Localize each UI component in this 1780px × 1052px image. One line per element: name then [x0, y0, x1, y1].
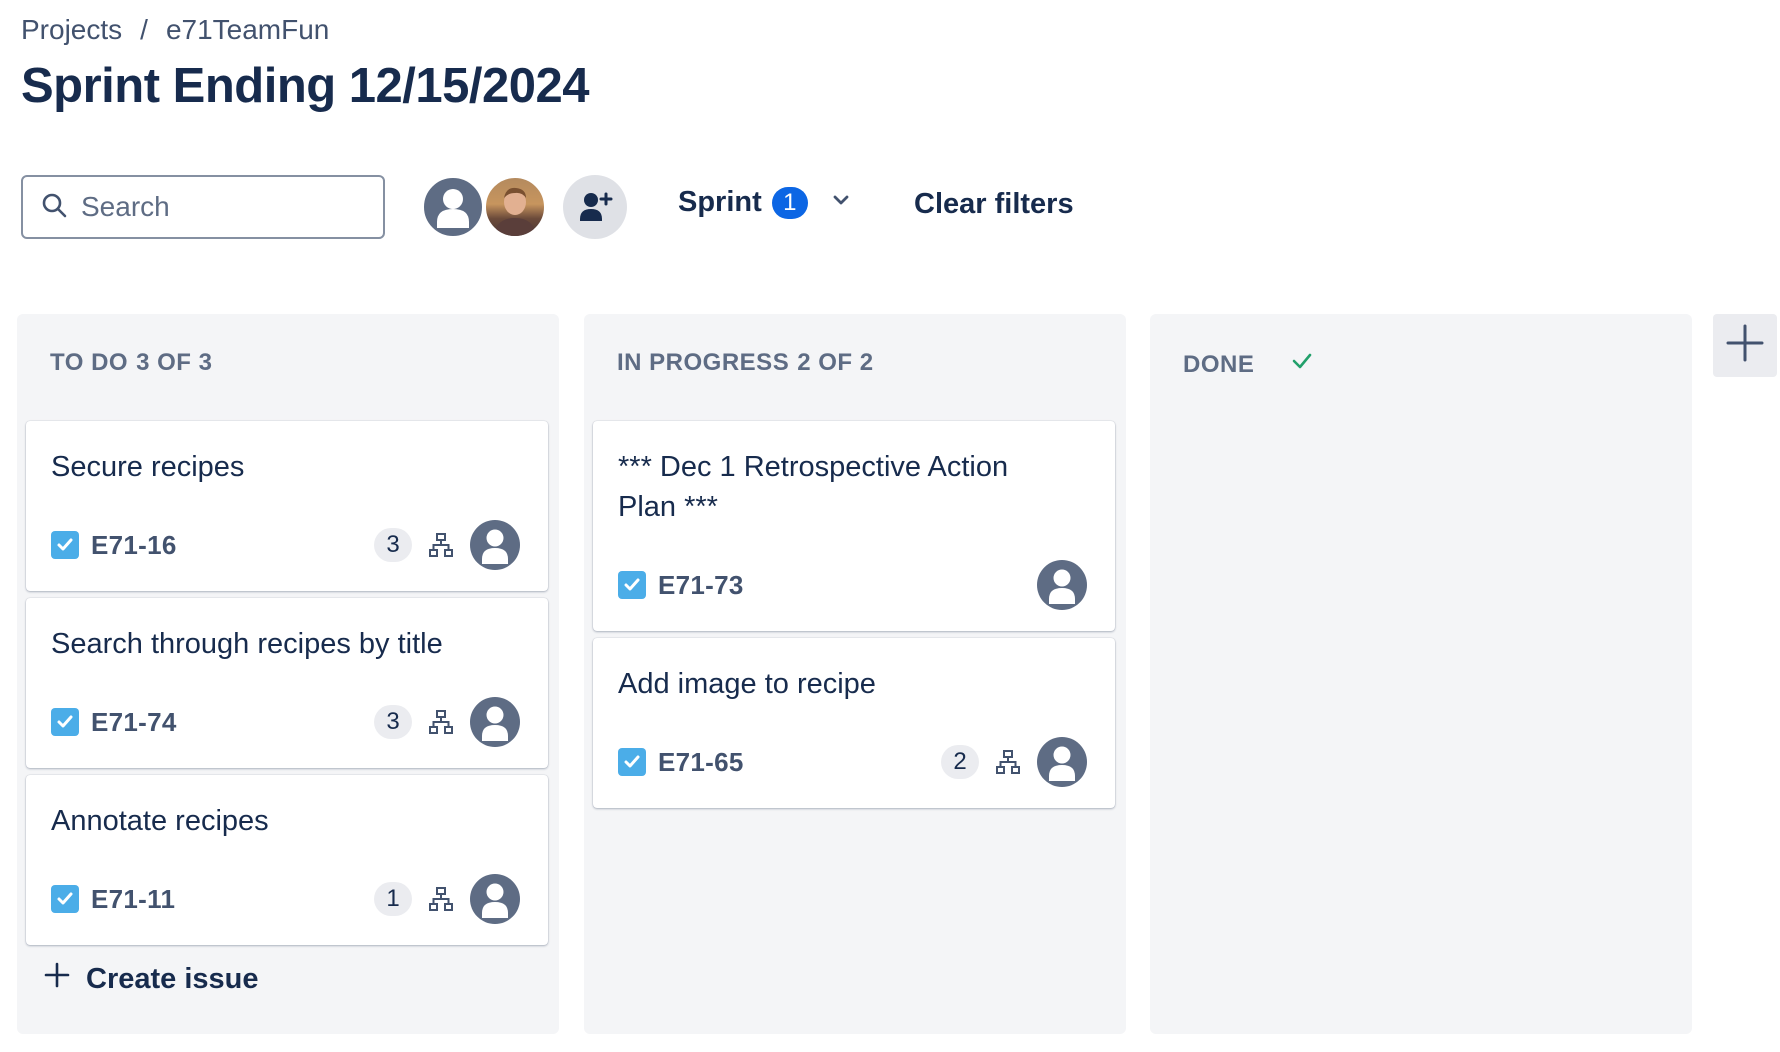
person-icon	[482, 883, 508, 918]
column-title: DONE	[1183, 350, 1255, 378]
assignee-avatar[interactable]	[470, 697, 520, 747]
create-issue-label: Create issue	[86, 962, 259, 995]
child-issues-icon	[426, 707, 456, 737]
story-type-icon	[51, 885, 79, 913]
story-type-icon	[51, 531, 79, 559]
story-type-icon	[618, 748, 646, 776]
issue-card-e71-74[interactable]: Search through recipes by title E71-74 3	[26, 598, 548, 768]
sprint-filter-dropdown[interactable]: Sprint 1	[678, 186, 852, 219]
breadcrumb: Projects / e71TeamFun	[21, 14, 329, 46]
story-type-icon	[618, 571, 646, 599]
sprint-filter-label: Sprint	[678, 186, 762, 218]
person-icon	[482, 706, 508, 741]
column-header-todo: TO DO 3 OF 3	[50, 349, 212, 377]
issue-card-e71-16[interactable]: Secure recipes E71-16 3	[26, 421, 548, 591]
child-issues-icon	[993, 747, 1023, 777]
subtask-count: 3	[374, 528, 412, 562]
card-footer: E71-73	[618, 560, 1087, 610]
column-todo: TO DO 3 OF 3 Secure recipes E71-16 3 Sea…	[17, 314, 559, 1034]
story-type-icon	[51, 708, 79, 736]
search-input[interactable]	[79, 190, 363, 224]
column-done: DONE	[1150, 314, 1692, 1034]
card-title: Add image to recipe	[618, 668, 876, 700]
breadcrumb-separator: /	[140, 14, 148, 45]
assignee-avatar[interactable]	[1037, 737, 1087, 787]
assignee-avatar[interactable]	[1037, 560, 1087, 610]
person-icon	[1049, 746, 1075, 781]
column-header-done: DONE	[1183, 349, 1314, 380]
child-issues-icon	[426, 884, 456, 914]
card-title: Annotate recipes	[51, 805, 269, 837]
card-title: Secure recipes	[51, 451, 245, 483]
issue-key[interactable]: E71-73	[658, 570, 744, 601]
card-title: Search through recipes by title	[51, 628, 443, 660]
issue-card-e71-65[interactable]: Add image to recipe E71-65 2	[593, 638, 1115, 808]
column-title: TO DO	[50, 349, 129, 376]
subtask-count: 1	[374, 882, 412, 916]
plus-icon	[44, 962, 70, 996]
breadcrumb-project-link[interactable]: e71TeamFun	[166, 14, 329, 46]
sprint-filter-count-badge: 1	[771, 186, 808, 219]
card-title: *** Dec 1 Retrospective Action Plan ***	[618, 451, 1009, 523]
checkmark-icon	[1290, 349, 1314, 380]
assignee-avatar[interactable]	[470, 520, 520, 570]
add-person-icon	[580, 192, 613, 221]
breadcrumb-projects-link[interactable]: Projects	[21, 14, 122, 46]
issue-card-e71-73[interactable]: *** Dec 1 Retrospective Action Plan *** …	[593, 421, 1115, 631]
column-header-in-progress: IN PROGRESS 2 OF 2	[617, 349, 874, 377]
column-count: 3 OF 3	[136, 349, 213, 376]
create-issue-button[interactable]: Create issue	[44, 962, 259, 996]
clear-filters-button[interactable]: Clear filters	[914, 188, 1074, 221]
person-icon	[437, 189, 469, 228]
page-title: Sprint Ending 12/15/2024	[21, 59, 590, 113]
column-in-progress: IN PROGRESS 2 OF 2 *** Dec 1 Retrospecti…	[584, 314, 1126, 1034]
add-people-button[interactable]	[563, 175, 627, 239]
chevron-down-icon	[830, 186, 852, 219]
person-icon	[1049, 569, 1075, 604]
subtask-count: 3	[374, 705, 412, 739]
card-footer: E71-16 3	[51, 520, 520, 570]
user-photo-icon	[494, 187, 536, 236]
subtask-count: 2	[941, 745, 979, 779]
plus-icon	[1725, 323, 1765, 368]
column-count: 2 OF 2	[797, 349, 874, 376]
card-footer: E71-11 1	[51, 874, 520, 924]
issue-key[interactable]: E71-74	[91, 707, 177, 738]
avatar-user-filter[interactable]	[483, 175, 547, 239]
card-footer: E71-65 2	[618, 737, 1087, 787]
assignee-avatar[interactable]	[470, 874, 520, 924]
issue-key[interactable]: E71-11	[91, 884, 175, 915]
person-icon	[482, 529, 508, 564]
issue-card-e71-11[interactable]: Annotate recipes E71-11 1	[26, 775, 548, 945]
search-box[interactable]	[21, 175, 385, 239]
avatar-unassigned-filter[interactable]	[421, 175, 485, 239]
search-icon	[41, 192, 67, 223]
child-issues-icon	[426, 530, 456, 560]
add-column-button[interactable]	[1713, 314, 1777, 377]
issue-key[interactable]: E71-65	[658, 747, 744, 778]
column-title: IN PROGRESS	[617, 349, 790, 376]
issue-key[interactable]: E71-16	[91, 530, 177, 561]
card-footer: E71-74 3	[51, 697, 520, 747]
